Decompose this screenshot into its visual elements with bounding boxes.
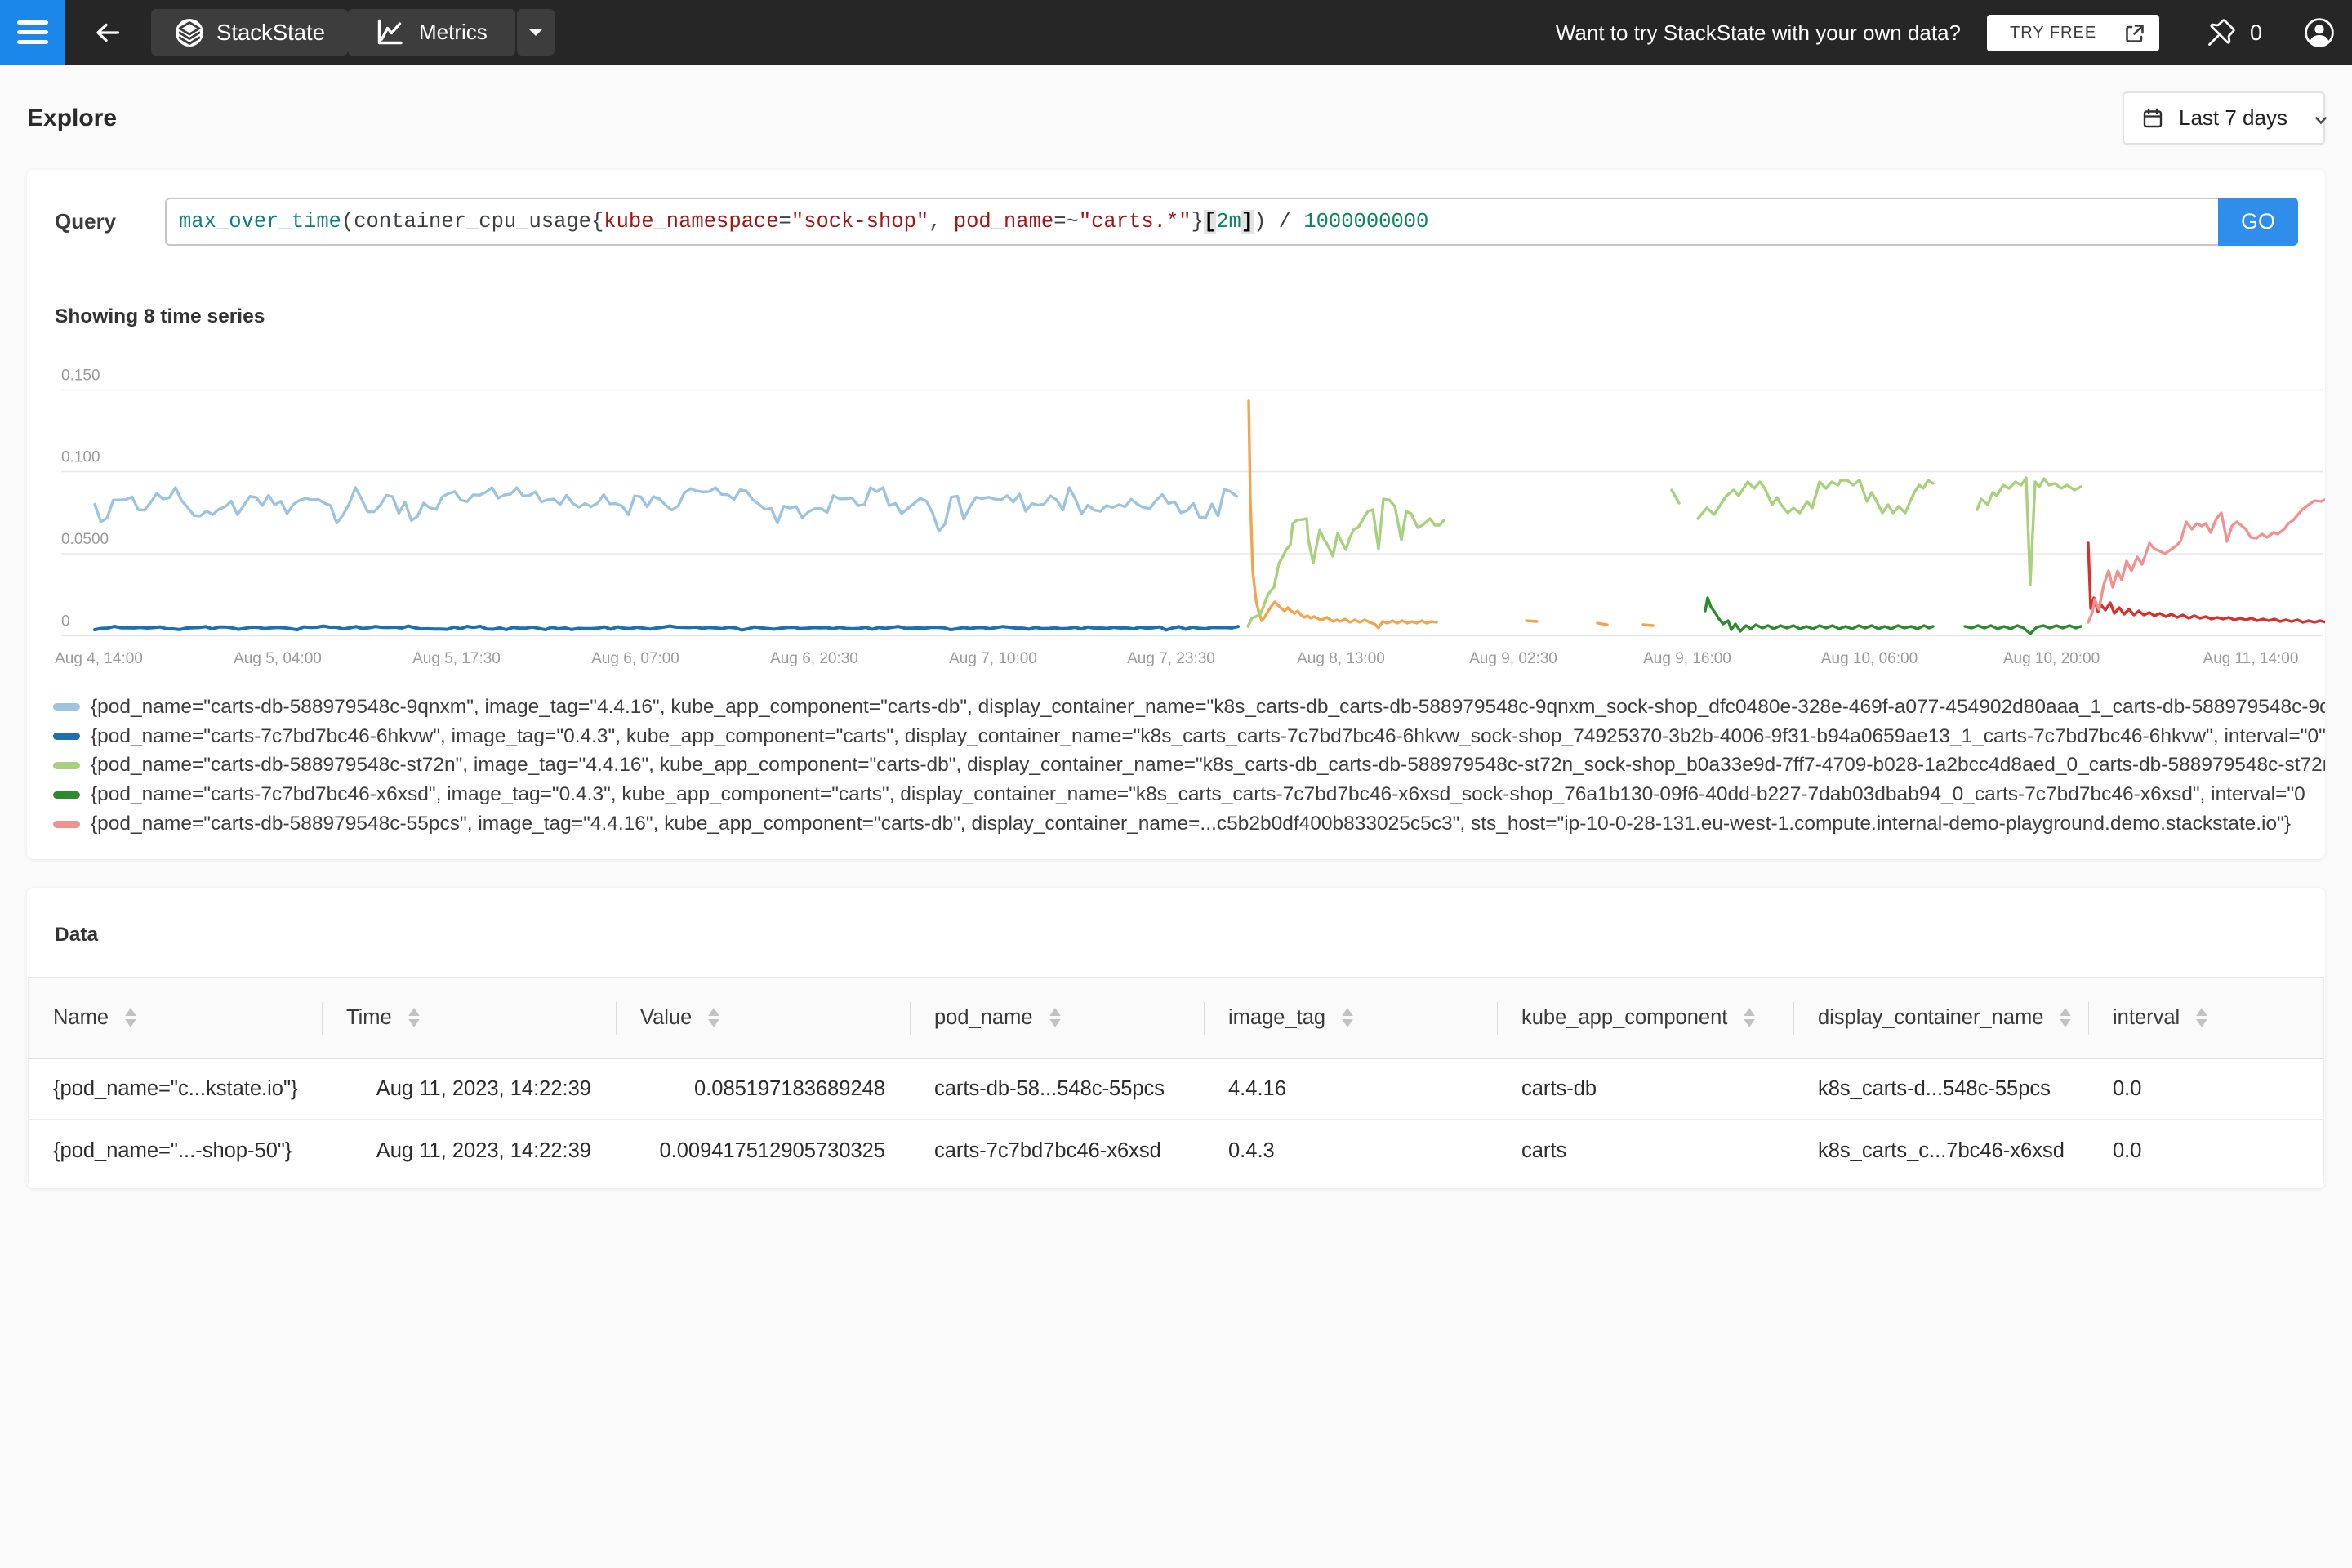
svg-text:Aug 10, 20:00: Aug 10, 20:00 [2003, 650, 2100, 667]
svg-text:0.0500: 0.0500 [61, 531, 109, 548]
svg-text:Aug 8, 13:00: Aug 8, 13:00 [1297, 650, 1385, 667]
svg-text:Aug 5, 04:00: Aug 5, 04:00 [234, 650, 322, 667]
svg-text:Aug 10, 06:00: Aug 10, 06:00 [1821, 650, 1918, 667]
svg-text:Aug 5, 17:30: Aug 5, 17:30 [412, 650, 501, 667]
svg-text:Aug 7, 10:00: Aug 7, 10:00 [949, 650, 1037, 667]
svg-text:0: 0 [61, 613, 70, 630]
svg-text:Aug 7, 23:30: Aug 7, 23:30 [1127, 650, 1215, 667]
svg-text:Aug 6, 07:00: Aug 6, 07:00 [591, 650, 679, 667]
svg-text:0.150: 0.150 [61, 368, 100, 385]
svg-text:Aug 6, 20:30: Aug 6, 20:30 [770, 650, 858, 667]
svg-text:Aug 11, 14:00: Aug 11, 14:00 [2203, 650, 2299, 667]
svg-text:Aug 9, 02:30: Aug 9, 02:30 [1469, 650, 1557, 667]
svg-text:0.100: 0.100 [61, 449, 100, 466]
svg-text:Aug 9, 16:00: Aug 9, 16:00 [1643, 650, 1731, 667]
svg-text:Aug 4, 14:00: Aug 4, 14:00 [55, 650, 143, 667]
